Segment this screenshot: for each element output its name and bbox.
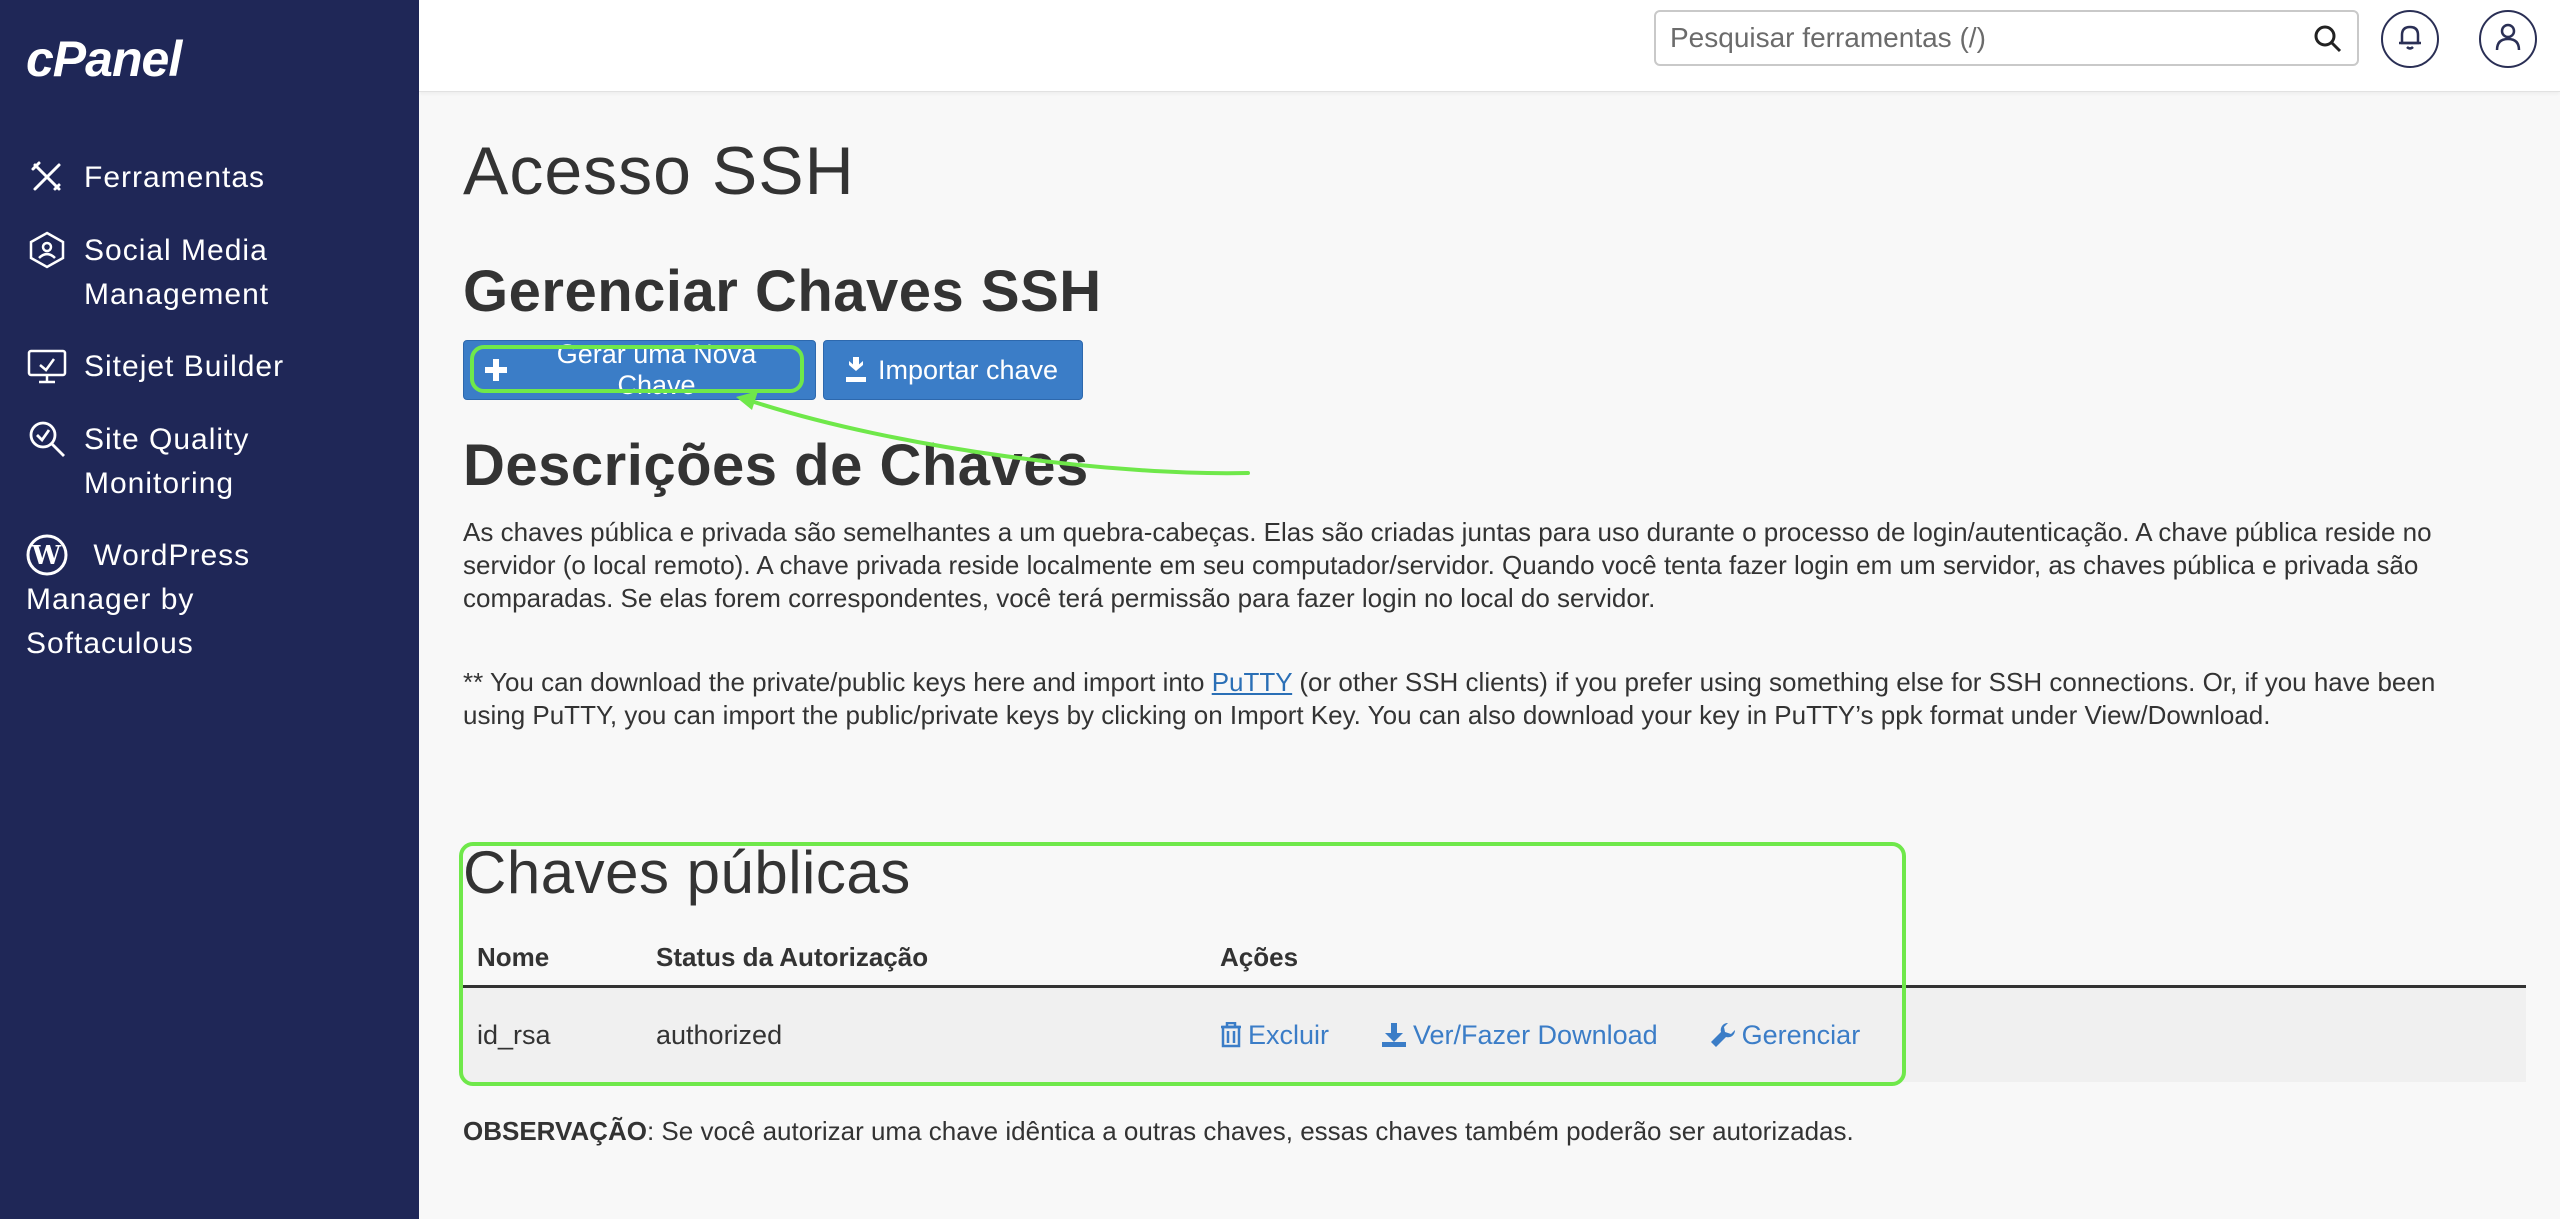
delete-key-label: Excluir [1248,1019,1330,1050]
sidebar: cPanel Ferramentas Social Media Manageme… [0,0,419,1219]
import-icon [844,357,868,383]
key-status: authorized [656,1019,783,1050]
manage-keys-heading: Gerenciar Chaves SSH [463,259,1102,324]
top-bar [419,0,2560,92]
sidebar-item-label: Sitejet Builder [84,350,285,383]
import-key-button[interactable]: Importar chave [823,340,1083,400]
view-download-key-link[interactable]: Ver/Fazer Download [1381,1020,1658,1051]
trash-icon [1220,1022,1242,1048]
tools-icon [26,156,68,198]
public-keys-table: Nome Status da Autorização Ações id_rsa … [463,930,2526,1082]
download-icon [1381,1022,1407,1048]
manage-key-label: Gerenciar [1741,1019,1861,1050]
public-keys-heading: Chaves públicas [463,839,911,906]
magnifier-check-icon [26,418,68,460]
search-box[interactable] [1654,10,2359,66]
delete-key-link[interactable]: Excluir [1220,1020,1329,1051]
svg-text:W: W [31,541,62,571]
description-paragraph: As chaves pública e privada são semelhan… [463,517,2432,613]
sidebar-item-site-quality[interactable]: Site Quality Monitoring [26,418,249,506]
search-input[interactable] [1656,22,2296,54]
cpanel-logo[interactable]: cPanel [26,30,182,88]
generate-key-label: Gerar uma Nova Chave [556,339,757,400]
notifications-button[interactable] [2381,10,2439,68]
column-header-actions: Ações [1220,942,1299,972]
note-body: : Se você autorizar uma chave idêntica a… [646,1116,1854,1146]
generate-key-button[interactable]: Gerar uma Nova Chave [463,339,816,400]
import-key-label: Importar chave [878,354,1059,385]
bell-icon [2397,23,2423,56]
user-menu-button[interactable] [2479,10,2537,68]
manage-key-link[interactable]: Gerenciar [1710,1019,1861,1051]
sidebar-item-wordpress[interactable]: W WordPress Manager by Softaculous [26,534,386,666]
monitor-icon [26,345,68,387]
table-header: Nome Status da Autorização Ações [463,930,2526,988]
key-name: id_rsa [477,1019,551,1050]
putty-text-prefix: ** You can download the private/public k… [463,667,1212,697]
putty-link[interactable]: PuTTY [1212,667,1292,697]
search-icon[interactable] [2313,24,2343,59]
sidebar-item-sitejet[interactable]: Sitejet Builder [26,345,284,389]
column-header-status[interactable]: Status da Autorização [656,942,1220,973]
note-label: OBSERVAÇÃO [463,1116,647,1146]
wordpress-icon: W [26,534,68,576]
plus-icon [484,358,508,382]
social-media-icon [26,229,68,271]
table-row: id_rsa authorized Excluir Ver/Fazer Down… [463,988,2526,1082]
column-header-name[interactable]: Nome [463,942,656,973]
sidebar-item-label: Social Media Management [84,234,270,311]
wrench-icon [1710,1022,1736,1048]
view-download-key-label: Ver/Fazer Download [1413,1019,1658,1050]
sidebar-item-ferramentas[interactable]: Ferramentas [26,156,265,200]
putty-paragraph: ** You can download the private/public k… [463,666,2493,732]
user-icon [2494,22,2522,57]
key-actions: Excluir Ver/Fazer Download Gerenciar [1220,1020,1912,1051]
sidebar-item-label: Site Quality Monitoring [84,423,250,500]
sidebar-item-label: Ferramentas [84,161,266,194]
page-title: Acesso SSH [463,133,855,209]
descriptions-heading: Descrições de Chaves [463,433,1089,498]
sidebar-item-social-media[interactable]: Social Media Management [26,229,269,317]
note-text: OBSERVAÇÃO: Se você autorizar uma chave … [463,1116,1854,1147]
